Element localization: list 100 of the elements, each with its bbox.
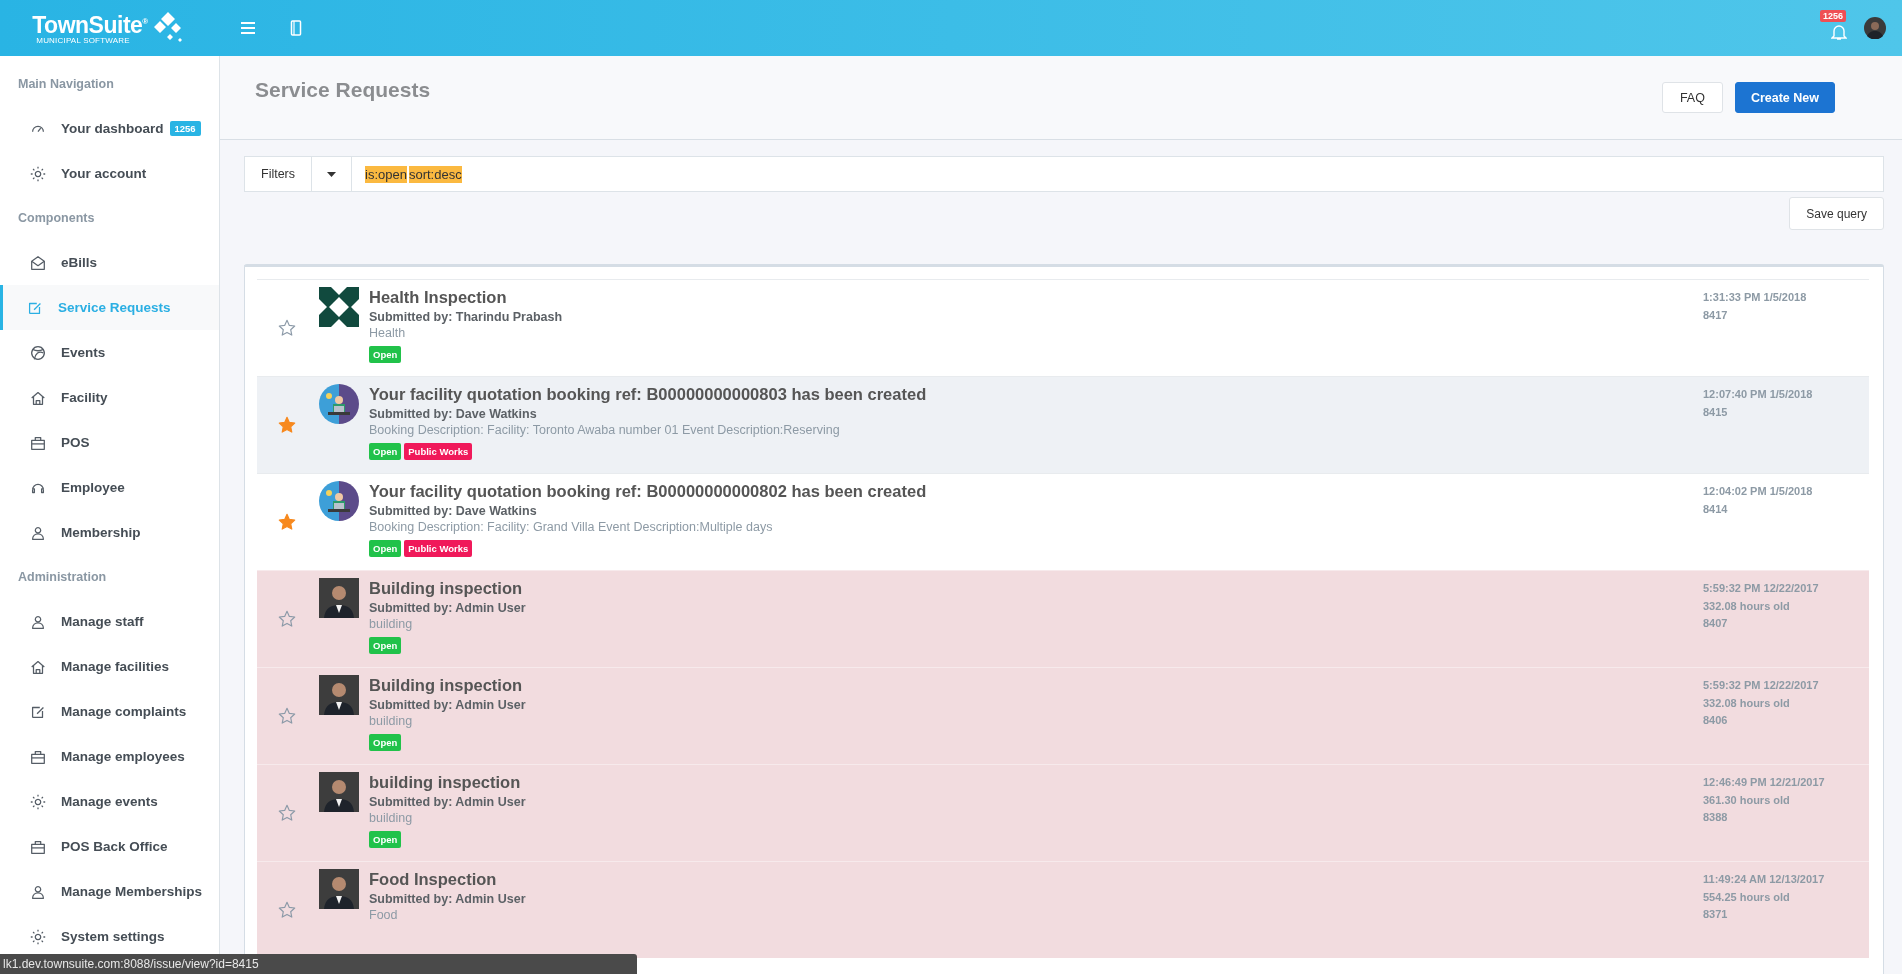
request-description: Food <box>369 907 399 924</box>
nav-icon <box>29 792 47 811</box>
notebook-icon[interactable] <box>290 20 302 36</box>
nav-icon <box>29 253 47 272</box>
nav-label: Manage complaints <box>61 704 187 719</box>
nav-item[interactable]: Facility <box>0 375 219 420</box>
nav-item[interactable]: Membership <box>0 510 219 555</box>
request-description: building <box>369 713 414 730</box>
avatar-photo <box>319 772 359 812</box>
request-row[interactable]: Food Inspection Submitted by: Admin User Food 11:49:24 AM 12/13/2017 554.25 hours old 8371 <box>257 861 1869 958</box>
request-row[interactable]: building inspection Submitted by: Admin User building Open 12:46:49 PM 12/21/2017 361.30 hours old 8388 <box>257 764 1869 861</box>
status-tag: Open <box>369 346 402 363</box>
request-description: Health <box>369 325 407 342</box>
star-icon[interactable] <box>278 803 296 822</box>
star-icon[interactable] <box>278 318 296 337</box>
request-time: 12:46:49 PM 12/21/2017 <box>1703 775 1825 790</box>
create-button[interactable]: Create New <box>1734 82 1835 113</box>
nav-label: Manage facilities <box>61 659 170 674</box>
nav-item[interactable]: Manage events <box>0 779 219 824</box>
request-id: 8406 <box>1703 713 1728 728</box>
query-token: is:open <box>365 165 407 183</box>
link-url-tooltip: lk1.dev.townsuite.com:8088/issue/view?id=8415 <box>0 954 637 974</box>
request-row[interactable] <box>257 376 1869 473</box>
menu-icon[interactable] <box>240 21 256 35</box>
avatar-photo <box>319 869 359 909</box>
nav-item[interactable]: Manage facilities <box>0 644 219 689</box>
faq-button[interactable]: FAQ <box>1661 82 1723 113</box>
pattern-avatar <box>319 287 359 327</box>
star-icon[interactable] <box>278 609 296 628</box>
request-title[interactable]: Building inspection <box>369 675 1703 695</box>
request-age: 554.25 hours old <box>1703 889 1790 905</box>
nav-label: Facility <box>61 390 108 405</box>
user-avatar[interactable] <box>1864 17 1886 39</box>
query-field[interactable]: is:open sort:desc <box>352 157 1883 191</box>
request-time: 5:59:32 PM 12/22/2017 <box>1703 581 1819 596</box>
nav-item[interactable]: POS <box>0 420 219 465</box>
request-title[interactable]: building inspection <box>369 772 1703 792</box>
status-tag: Public Works <box>404 540 473 557</box>
request-id: 8417 <box>1703 307 1728 323</box>
nav-item[interactable]: Employee <box>0 465 219 510</box>
nav-label: Manage employees <box>61 749 185 764</box>
star-icon[interactable] <box>278 706 296 725</box>
nav-item[interactable]: Manage employees <box>0 734 219 779</box>
star-icon[interactable] <box>278 900 296 919</box>
request-description: building <box>369 810 414 827</box>
status-tag: Open <box>369 540 402 557</box>
request-title[interactable]: Your facility quotation booking ref: B00000000000802 has been created <box>369 481 1703 501</box>
submitter-text: Submitted by: Admin User <box>369 794 527 810</box>
nav-label: eBills <box>61 255 98 270</box>
avatar-photo <box>319 675 359 715</box>
request-description: Booking Description: Facility: Toronto Awaba number 01 Event Description:Reserving <box>369 422 841 439</box>
nav-label: Your dashboard <box>61 121 164 136</box>
nav-item[interactable]: Manage Memberships <box>0 869 219 914</box>
request-description: Booking Description: Facility: Grand Villa Event Description:Multiple days <box>369 519 774 536</box>
filled-star-icon[interactable] <box>278 512 296 531</box>
page-title: Service Requests <box>255 78 431 102</box>
submitter-text: Submitted by: Admin User <box>369 891 527 907</box>
bell-icon[interactable] <box>1831 23 1847 41</box>
request-title[interactable]: Your facility quotation booking ref: B00000000000803 has been created <box>369 384 1703 404</box>
nav-item[interactable]: POS Back Office <box>0 824 219 869</box>
request-title[interactable]: Health Inspection <box>369 287 1703 307</box>
nav-label: System settings <box>61 929 165 944</box>
request-time: 12:07:40 PM 1/5/2018 <box>1703 387 1813 402</box>
submitter-text: Submitted by: Admin User <box>369 600 527 616</box>
request-time: 5:59:32 PM 12/22/2017 <box>1703 678 1819 693</box>
request-title[interactable]: Food Inspection <box>369 869 1703 889</box>
nav-heading: Components <box>17 210 96 227</box>
request-row[interactable]: Building inspection Submitted by: Admin User building Open 5:59:32 PM 12/22/2017 332.08 hours old 8407 <box>257 570 1869 667</box>
nav-item[interactable]: Events <box>0 330 219 375</box>
nav-icon <box>29 164 47 183</box>
submitter-text: Submitted by: Dave Watkins <box>369 503 538 519</box>
request-row[interactable]: Building inspection Submitted by: Admin User building Open 5:59:32 PM 12/22/2017 332.08 hours old 8406 <box>257 667 1869 764</box>
query-token: sort:desc <box>408 165 462 183</box>
nav-label: Your account <box>61 166 147 181</box>
submitter-text: Submitted by: Tharindu Prabash <box>369 309 564 325</box>
nav-icon <box>29 927 47 946</box>
nav-icon <box>29 343 47 362</box>
status-tag: Open <box>369 831 402 848</box>
logo-tagline: MUNICIPAL SOFTWARE <box>36 35 130 45</box>
nav-item[interactable]: Your account <box>0 151 219 196</box>
request-id: 8415 <box>1703 404 1728 420</box>
nav-item[interactable]: Manage staff <box>0 599 219 644</box>
logo-name: TownSuite$^{®}$ <box>32 11 148 36</box>
status-tag: Open <box>369 734 402 751</box>
nav-label: POS <box>61 435 90 450</box>
nav-item[interactable]: eBills <box>0 240 219 285</box>
status-tag: Open <box>369 443 402 460</box>
avatar-photo <box>319 578 359 618</box>
save-query-button[interactable]: Save query <box>1789 197 1884 230</box>
request-age: 332.08 hours old <box>1703 598 1790 614</box>
nav-heading: Main Navigation <box>17 76 115 93</box>
nav-item[interactable]: Manage complaints <box>0 689 219 734</box>
request-title[interactable]: Building inspection <box>369 578 1703 598</box>
nav-item[interactable]: Your dashboard 1256 <box>0 106 219 151</box>
nav-label: Events <box>61 345 106 360</box>
request-age: 332.08 hours old <box>1703 695 1790 711</box>
submitter-text: Submitted by: Admin User <box>369 697 527 713</box>
request-age: 361.30 hours old <box>1703 792 1790 808</box>
request-id: 8371 <box>1703 907 1728 922</box>
filled-star-icon[interactable] <box>278 415 296 434</box>
